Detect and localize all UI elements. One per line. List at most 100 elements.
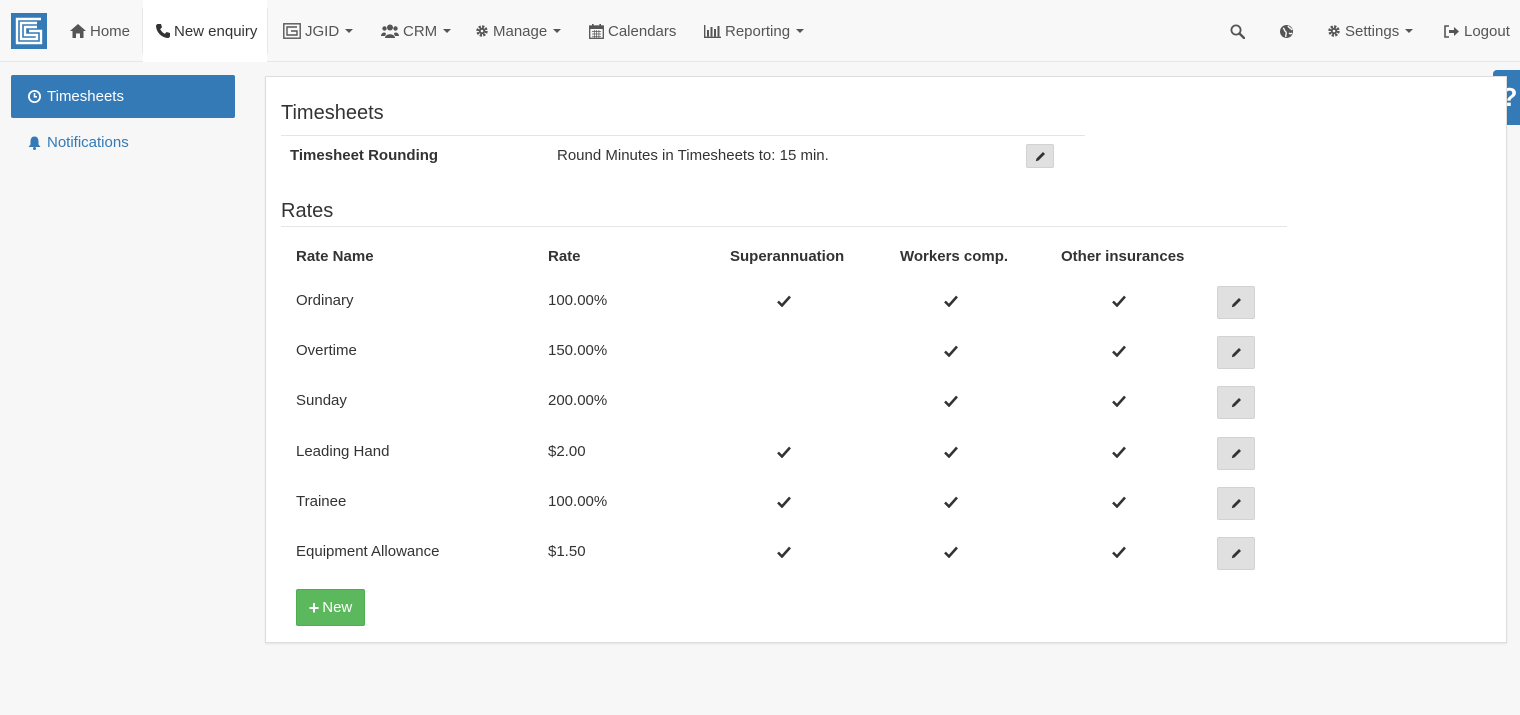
rate-name-cell: Overtime bbox=[296, 342, 357, 359]
superannuation-check-icon bbox=[777, 545, 791, 559]
pencil-icon bbox=[1231, 348, 1241, 358]
nav-divider bbox=[267, 8, 268, 54]
settings-panel bbox=[265, 76, 1507, 643]
logout-icon bbox=[1444, 24, 1460, 38]
pencil-icon bbox=[1231, 549, 1241, 559]
nav-logout[interactable]: Logout bbox=[1444, 0, 1510, 62]
nav-manage-label: Manage bbox=[493, 22, 548, 40]
edit-rate-button[interactable] bbox=[1217, 537, 1255, 570]
sidebar-item-notifications[interactable]: Notifications bbox=[11, 121, 235, 164]
rate-value-cell: $1.50 bbox=[548, 543, 586, 560]
pencil-icon bbox=[1231, 499, 1241, 509]
rate-value-cell: 150.00% bbox=[548, 342, 608, 359]
edit-rate-button[interactable] bbox=[1217, 386, 1255, 419]
other-insurances-check-icon bbox=[1112, 344, 1126, 358]
sidebar-item-label: Notifications bbox=[47, 134, 129, 151]
nav-language[interactable] bbox=[1279, 0, 1298, 62]
rate-name-cell: Trainee bbox=[296, 493, 347, 510]
nav-jgid-label: JGID bbox=[305, 22, 340, 40]
chevron-down-icon bbox=[553, 29, 562, 33]
workers-comp-check-icon bbox=[944, 294, 958, 308]
pencil-icon bbox=[1231, 449, 1241, 459]
nav-new-enquiry[interactable]: New enquiry bbox=[143, 0, 267, 62]
bar-chart-icon bbox=[704, 24, 721, 38]
nav-new-enquiry-label: New enquiry bbox=[174, 22, 258, 40]
chevron-down-icon bbox=[1405, 29, 1414, 33]
superannuation-check-icon bbox=[777, 294, 791, 308]
edit-rate-button[interactable] bbox=[1217, 437, 1255, 470]
nav-calendars[interactable]: Calendars bbox=[589, 0, 676, 62]
workers-comp-check-icon bbox=[944, 394, 958, 408]
nav-reporting-dropdown[interactable]: Reporting bbox=[704, 0, 805, 62]
pencil-icon bbox=[1231, 398, 1241, 408]
column-header-superannuation: Superannuation bbox=[730, 248, 845, 265]
rates-section-title: Rates bbox=[281, 200, 334, 222]
superannuation-check-icon bbox=[777, 445, 791, 459]
workers-comp-check-icon bbox=[944, 545, 958, 559]
home-icon bbox=[70, 24, 86, 38]
bell-icon bbox=[28, 136, 41, 150]
rate-name-cell: Ordinary bbox=[296, 292, 354, 309]
edit-rounding-button[interactable] bbox=[1026, 144, 1054, 168]
divider bbox=[281, 135, 1085, 136]
other-insurances-check-icon bbox=[1112, 545, 1126, 559]
users-icon bbox=[381, 24, 399, 38]
jgid-logo-icon bbox=[283, 23, 301, 39]
nav-home-label: Home bbox=[90, 22, 131, 40]
nav-jgid-dropdown[interactable]: JGID bbox=[283, 0, 354, 62]
rate-value-cell: 100.00% bbox=[548, 493, 608, 510]
column-header-rate-name: Rate Name bbox=[296, 248, 374, 265]
rate-value-cell: 200.00% bbox=[548, 392, 608, 409]
edit-rate-button[interactable] bbox=[1217, 336, 1255, 369]
timesheet-rounding-value: Round Minutes in Timesheets to: 15 min. bbox=[557, 147, 829, 164]
nav-manage-dropdown[interactable]: Manage bbox=[475, 0, 562, 62]
timesheet-rounding-label: Timesheet Rounding bbox=[290, 147, 439, 164]
nav-settings-dropdown[interactable]: Settings bbox=[1327, 0, 1414, 62]
new-rate-button-label: New bbox=[322, 599, 353, 616]
search-icon bbox=[1230, 24, 1245, 39]
rate-name-cell: Sunday bbox=[296, 392, 347, 409]
nav-calendars-label: Calendars bbox=[608, 22, 677, 40]
calendar-icon bbox=[589, 23, 604, 39]
rate-value-cell: 100.00% bbox=[548, 292, 608, 309]
nav-crm-dropdown[interactable]: CRM bbox=[381, 0, 452, 62]
nav-settings-label: Settings bbox=[1345, 22, 1400, 40]
column-header-rate: Rate bbox=[548, 248, 581, 265]
workers-comp-check-icon bbox=[944, 445, 958, 459]
chevron-down-icon bbox=[443, 29, 452, 33]
sidebar-item-timesheets[interactable]: Timesheets bbox=[11, 75, 235, 118]
other-insurances-check-icon bbox=[1112, 294, 1126, 308]
plus-icon: + bbox=[308, 597, 320, 618]
pencil-icon bbox=[1231, 298, 1241, 308]
edit-rate-button[interactable] bbox=[1217, 487, 1255, 520]
gear-icon bbox=[475, 24, 489, 38]
chevron-down-icon bbox=[345, 29, 354, 33]
nav-crm-label: CRM bbox=[403, 22, 438, 40]
rate-name-cell: Equipment Allowance bbox=[296, 543, 440, 560]
edit-rate-button[interactable] bbox=[1217, 286, 1255, 319]
clock-icon bbox=[28, 90, 41, 103]
column-header-workers-comp: Workers comp. bbox=[900, 248, 1009, 265]
superannuation-check-icon bbox=[777, 495, 791, 509]
globe-icon bbox=[1279, 24, 1294, 39]
other-insurances-check-icon bbox=[1112, 445, 1126, 459]
app-logo[interactable] bbox=[11, 13, 47, 49]
other-insurances-check-icon bbox=[1112, 394, 1126, 408]
workers-comp-check-icon bbox=[944, 495, 958, 509]
phone-icon bbox=[156, 24, 170, 38]
nav-reporting-label: Reporting bbox=[725, 22, 791, 40]
timesheets-section-title: Timesheets bbox=[281, 102, 384, 124]
new-rate-button[interactable]: + New bbox=[296, 589, 365, 626]
chevron-down-icon bbox=[796, 29, 805, 33]
workers-comp-check-icon bbox=[944, 344, 958, 358]
nav-search[interactable] bbox=[1230, 0, 1249, 62]
sidebar-item-label: Timesheets bbox=[47, 88, 124, 105]
pencil-icon bbox=[1035, 151, 1045, 161]
divider bbox=[281, 226, 1287, 227]
rate-name-cell: Leading Hand bbox=[296, 443, 390, 460]
gear-icon bbox=[1327, 24, 1341, 38]
nav-home[interactable]: Home bbox=[70, 0, 130, 62]
top-navbar: Home New enquiry JGID CRM Manage Calenda… bbox=[0, 0, 1520, 62]
other-insurances-check-icon bbox=[1112, 495, 1126, 509]
rate-value-cell: $2.00 bbox=[548, 443, 586, 460]
